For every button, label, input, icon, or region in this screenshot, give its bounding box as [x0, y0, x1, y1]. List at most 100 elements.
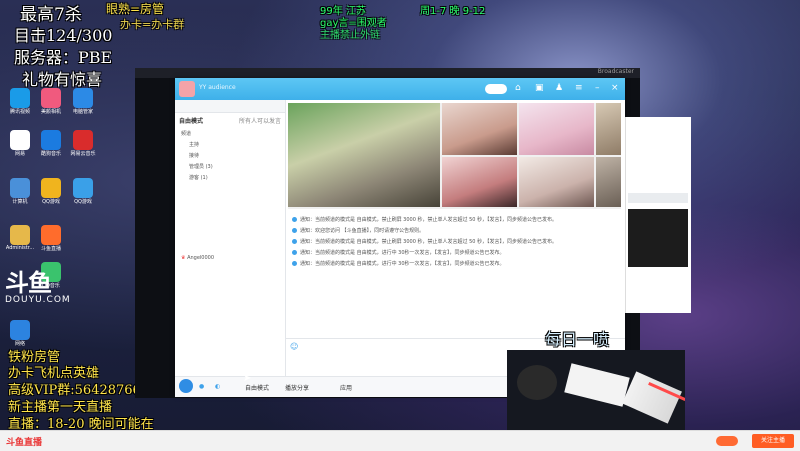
home-icon[interactable]: ⌂ [515, 83, 521, 93]
chat-message-text: 通知：当前频道的模式是 自由模式，进行中 30秒一次发言，【发言】，同步频道公告… [300, 261, 505, 267]
desktop-icon-label: 计算机 [12, 199, 28, 205]
sidebar-toolbar[interactable] [175, 100, 285, 113]
chat-message-text: 通知：当前频道的模式是 自由模式，禁止刷屏 3000 秒，禁止单人发言超过 50… [300, 217, 558, 223]
app-icon [10, 178, 30, 198]
overlay-link: 主播禁止外链 [320, 30, 380, 41]
app-icon [73, 130, 93, 150]
notice-icon [292, 261, 297, 266]
overlay-card: 办卡=办卡群 [120, 18, 185, 31]
app-icon [41, 225, 61, 245]
desktop-icon[interactable]: 美颜相机 [36, 88, 66, 115]
app-icon [73, 178, 93, 198]
danmaku-toggle[interactable] [716, 436, 738, 446]
channel-tree-item[interactable]: 频道 [175, 128, 285, 139]
app-logo-icon[interactable] [179, 379, 193, 393]
desktop-icon[interactable]: 网络 [5, 320, 35, 347]
member-item[interactable]: ♛ Angel0000 [175, 253, 285, 263]
app-icon [41, 130, 61, 150]
desktop-icon-label: 斗鱼直播 [40, 246, 61, 252]
chat-message: 通知：当前频道的模式是 自由模式，禁止刷屏 3000 秒，禁止单人发言超过 50… [292, 238, 619, 245]
video-tile[interactable] [596, 103, 621, 155]
notice-icon [292, 250, 297, 255]
desktop-icon[interactable]: Administr... [5, 225, 35, 251]
douyu-logo: 斗鱼 DOUYU.COM [5, 269, 71, 305]
notice-icon [292, 217, 297, 222]
follow-button[interactable]: 关注主播 [752, 434, 794, 448]
desktop-icon-label: QQ游戏 [74, 199, 92, 205]
overlay-fans: 眼熟=房管 [106, 2, 165, 16]
channel-tree-item[interactable]: 管理员 (3) [175, 161, 285, 172]
chat-log: 通知：当前频道的模式是 自由模式，禁止刷屏 3000 秒，禁止单人发言超过 50… [286, 212, 625, 322]
share-button[interactable]: 播放分享 [285, 383, 309, 392]
video-tile[interactable] [596, 157, 621, 207]
menu-icon[interactable]: ≡ [575, 83, 583, 93]
video-tile[interactable] [442, 103, 517, 155]
desktop-icon-label: 网易 [14, 151, 25, 157]
app-icon [10, 88, 30, 108]
desktop-icon-label: QQ游戏 [42, 199, 60, 205]
video-main[interactable] [288, 103, 440, 207]
chat-message: 通知：欢迎您访问 【斗鱼直播】，同时请遵守公告规则。 [292, 227, 619, 234]
video-tile[interactable] [519, 157, 594, 207]
video-tile[interactable] [442, 157, 517, 207]
desktop-icon-label: 腾讯视频 [9, 109, 30, 115]
channel-mode[interactable]: 自由模式 所有人可以发言 [175, 113, 285, 128]
desktop-icon[interactable]: 斗鱼直播 [36, 225, 66, 252]
desktop-icon[interactable]: QQ游戏 [68, 178, 98, 205]
desktop-icon-label: Administr... [5, 245, 35, 251]
app-icon [10, 130, 30, 150]
side-toolbar[interactable] [628, 193, 688, 203]
overlay-witness: 目击124/300 [14, 26, 113, 45]
apps-button[interactable]: 应用 [340, 383, 352, 392]
mic-icon[interactable]: ● [199, 383, 204, 390]
notice-icon [292, 239, 297, 244]
chat-message: 通知：当前频道的模式是 自由模式，进行中 30秒一次发言，【发言】，同步频道公告… [292, 260, 619, 267]
free-mode-button[interactable]: 自由模式 [245, 383, 269, 392]
chat-message-text: 通知：欢迎您访问 【斗鱼直播】，同时请遵守公告规则。 [300, 228, 425, 234]
app-icon [41, 88, 61, 108]
desktop-icon-label: 美颜相机 [40, 109, 61, 115]
overlay-gift: 礼物有惊喜 [22, 70, 103, 89]
overlay-schedule: 周1-7 晚 9-12 [420, 6, 486, 17]
chat-message: 通知：当前频道的模式是 自由模式，进行中 30秒一次发言，【发言】，同步频道公告… [292, 249, 619, 256]
side-video[interactable] [628, 209, 688, 267]
speaker-icon[interactable]: ◐ [215, 383, 220, 390]
window-titlebar[interactable]: YY audience ⌂ ▣ ♟ ≡ – × [175, 78, 625, 100]
video-tile[interactable] [519, 103, 594, 155]
desktop-icon[interactable]: 网易 [5, 130, 35, 157]
desktop-icon[interactable]: 网易云音乐 [68, 130, 98, 157]
douyu-brand: 斗鱼直播 [6, 438, 43, 448]
chat-message-text: 通知：当前频道的模式是 自由模式，禁止刷屏 3000 秒，禁止单人发言超过 50… [300, 239, 558, 245]
desktop-icon[interactable]: 酷狗音乐 [36, 130, 66, 157]
channel-tree-item[interactable]: 主持 [175, 139, 285, 150]
side-window [625, 117, 691, 313]
desktop-icon-label: 网易云音乐 [70, 151, 96, 157]
status-toggle[interactable] [485, 84, 507, 94]
overlay-server: 服务器：PBE [14, 48, 113, 67]
chat-message-text: 通知：当前频道的模式是 自由模式，进行中 30秒一次发言，【发言】，同步频道公告… [300, 250, 505, 256]
channel-sidebar: 自由模式 所有人可以发言 频道 主持 接待 管理员 (3) 游客 (1) ♛ Angel… [175, 100, 286, 376]
webcam-feed [507, 350, 685, 430]
desktop-icon[interactable]: QQ游戏 [36, 178, 66, 205]
mouse-cursor-icon: ➤ [243, 373, 252, 384]
game-icon[interactable]: ▣ [535, 83, 544, 93]
chat-message: 通知：当前频道的模式是 自由模式，禁止刷屏 3000 秒，禁止单人发言超过 50… [292, 216, 619, 223]
video-grid [288, 103, 621, 209]
desktop-icon[interactable]: 电脑管家 [68, 88, 98, 115]
close-icon[interactable]: × [611, 83, 619, 93]
channel-tree-item[interactable]: 游客 (1) [175, 172, 285, 183]
user-icon[interactable]: ♟ [555, 83, 563, 93]
desktop-icon-label: 电脑管家 [72, 109, 93, 115]
app-icon [73, 88, 93, 108]
channel-avatar[interactable] [179, 81, 195, 97]
app-icon [10, 320, 30, 340]
channel-tree-item[interactable]: 接待 [175, 150, 285, 161]
emoji-icon[interactable]: ☺ [290, 342, 298, 351]
desktop-icon[interactable]: 计算机 [5, 178, 35, 205]
window-title: YY audience [199, 84, 236, 91]
stream-bottom-bar: 斗鱼直播 关注主播 [0, 430, 800, 451]
notice-icon [292, 228, 297, 233]
minimize-icon[interactable]: – [595, 83, 600, 93]
desktop-icon[interactable]: 腾讯视频 [5, 88, 35, 115]
app-icon [10, 225, 30, 245]
